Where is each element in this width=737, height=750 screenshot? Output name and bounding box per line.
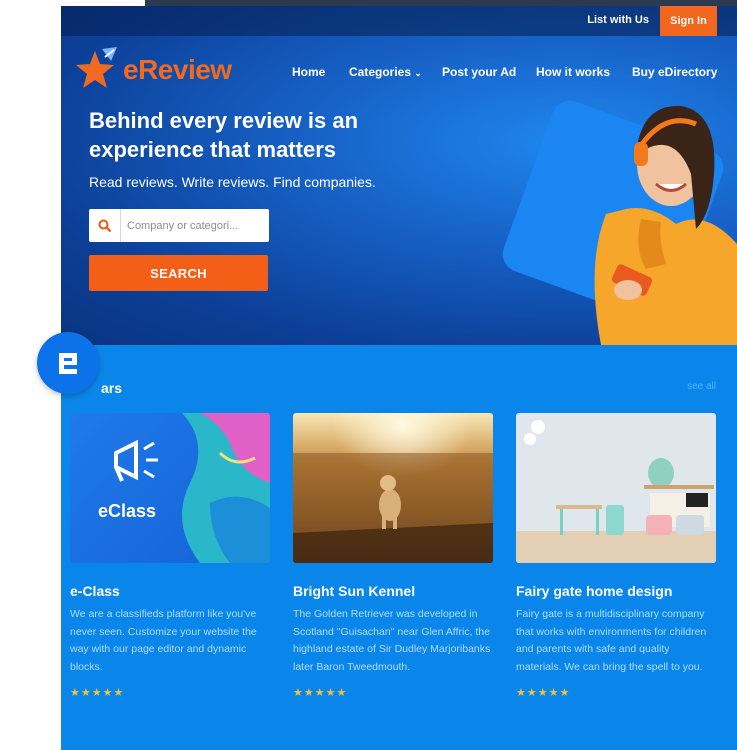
nav-post-your-ad[interactable]: Post your Ad <box>442 65 516 79</box>
nav-home[interactable]: Home <box>292 65 325 79</box>
card-description: We are a classifieds platform like you'v… <box>70 608 257 673</box>
star-rating: ★★★★★ <box>516 687 571 699</box>
hero-section: List with Us Sign In eReview Home Catego… <box>61 6 737 345</box>
section-title: ars <box>101 380 123 396</box>
nav-categories[interactable]: Categories ⌄ <box>349 65 422 79</box>
abstract-art-image <box>182 413 270 563</box>
card-image-kennel <box>293 413 493 563</box>
see-all-link[interactable]: see all <box>687 381 716 392</box>
search-button[interactable]: SEARCH <box>89 255 268 291</box>
nav-how-it-works[interactable]: How it works <box>536 65 610 79</box>
search-field <box>89 209 269 242</box>
hero-person-image <box>594 105 737 345</box>
card-title[interactable]: Fairy gate home design <box>516 583 716 599</box>
card-description: Fairy gate is a multidisciplinary compan… <box>516 608 707 673</box>
listing-card-eclass[interactable]: eClass e-Class We are a classifieds plat… <box>70 413 270 699</box>
chevron-down-icon: ⌄ <box>414 68 422 78</box>
nav-buy-edirectory[interactable]: Buy eDirectory <box>632 65 717 79</box>
page-frame: List with Us Sign In eReview Home Catego… <box>61 6 737 750</box>
star-rating: ★★★★★ <box>293 687 348 699</box>
e-badge-icon <box>37 332 99 394</box>
list-with-us-link[interactable]: List with Us <box>587 14 649 26</box>
card-image-fairy-gate <box>516 413 716 563</box>
search-icon <box>89 209 121 242</box>
card-description: The Golden Retriever was developed in Sc… <box>293 608 491 673</box>
card-title[interactable]: e-Class <box>70 583 270 599</box>
hero-subtitle: Read reviews. Write reviews. Find compan… <box>89 174 376 190</box>
listing-card-kennel[interactable]: Bright Sun Kennel The Golden Retriever w… <box>293 413 493 699</box>
megaphone-icon <box>114 439 158 482</box>
card-image-label: eClass <box>98 501 157 521</box>
dog-in-field-image <box>293 413 493 563</box>
e-letter-icon <box>59 353 77 374</box>
sign-in-button[interactable]: Sign In <box>660 6 717 36</box>
hero-title: Behind every review is an experience tha… <box>89 108 359 162</box>
star-rating: ★★★★★ <box>70 687 125 699</box>
search-input[interactable] <box>127 209 265 242</box>
top-bar: List with Us Sign In <box>61 6 737 36</box>
card-title[interactable]: Bright Sun Kennel <box>293 583 493 599</box>
kids-room-image <box>516 413 716 563</box>
listing-card-fairy-gate[interactable]: Fairy gate home design Fairy gate is a m… <box>516 413 716 699</box>
brand-logo[interactable]: eReview <box>75 44 232 96</box>
card-image-eclass: eClass <box>70 413 270 563</box>
logo-star-icon <box>76 47 117 88</box>
logo-text: eReview <box>123 54 232 85</box>
nav-categories-label: Categories <box>349 65 412 79</box>
